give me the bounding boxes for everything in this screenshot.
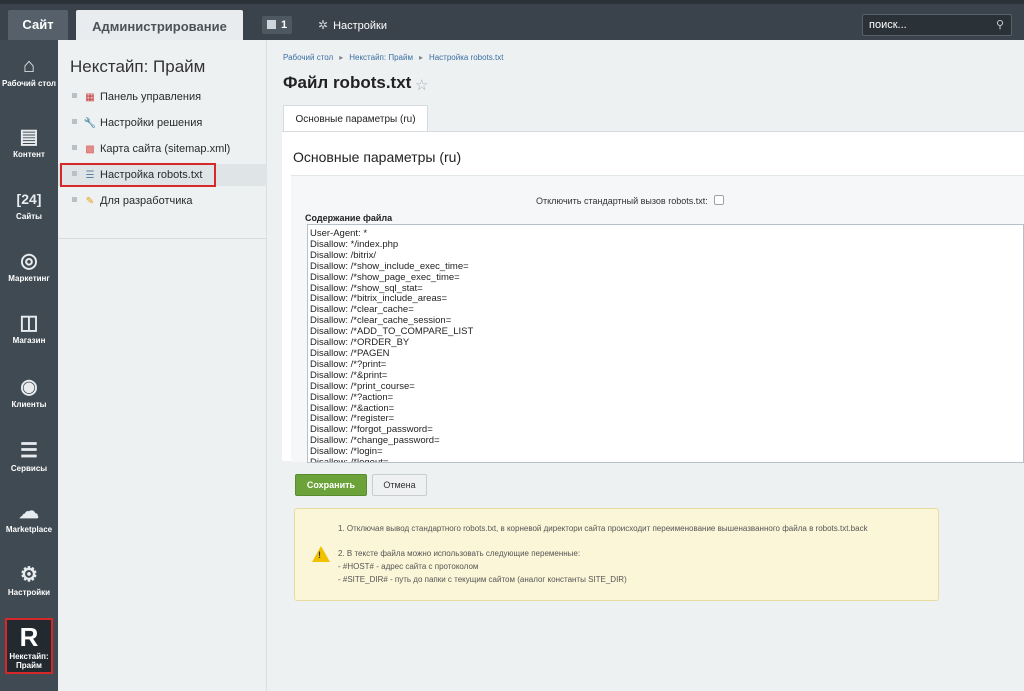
layers-icon: ☰: [20, 440, 38, 462]
breadcrumb: Рабочий стол ▸ Некстайп: Прайм ▸ Настройка r…: [283, 53, 504, 62]
notice-line: 2. В тексте файла можно использовать сле…: [338, 549, 581, 558]
menu-item-marketing[interactable]: ◎ Маркетинг: [0, 248, 58, 283]
sidebar-item-sitemap[interactable]: ▩ Карта сайта (sitemap.xml): [58, 138, 267, 160]
secondary-menu-title: Некстайп: Прайм: [70, 57, 206, 76]
main-menu: ⌂ Рабочий стол ▤ Контент [24] Сайты ◎ Маркет…: [0, 40, 58, 691]
secondary-menu: Некстайп: Прайм ▦ Панель управления 🔧 Наст…: [58, 40, 267, 691]
tab-main-parameters[interactable]: Основные параметры (ru): [283, 105, 428, 132]
sidebar-item-robots[interactable]: ☰ Настройка robots.txt: [58, 163, 267, 187]
disable-default-checkbox[interactable]: [713, 195, 724, 205]
search-icon[interactable]: ⚲: [996, 18, 1004, 31]
menu-item-clients[interactable]: ◉ Клиенты: [0, 374, 58, 409]
cloud-upload-icon: ☁: [19, 501, 39, 523]
file-content-textarea[interactable]: User-Agent: * Disallow: */index.php Disa…: [307, 224, 1024, 463]
sidebar-item-solution-settings[interactable]: 🔧 Настройки решения: [58, 112, 267, 134]
disable-default-row: Отключить стандартный вызов robots.txt:: [536, 195, 724, 206]
notice-box: 1. Отключая вывод стандартного robots.tx…: [294, 508, 939, 601]
notice-line: - #SITE_DIR# - путь до папки с текущим с…: [338, 575, 627, 584]
dashboard-icon: ▦: [85, 92, 95, 103]
notifications-count: 1: [281, 19, 288, 31]
target-icon: ◎: [20, 250, 38, 272]
save-button[interactable]: Сохранить: [295, 474, 367, 496]
search-box: ⚲: [862, 14, 1012, 36]
tab-site[interactable]: Сайт: [8, 10, 68, 40]
notifications-button[interactable]: 1: [262, 16, 293, 34]
wrench-icon: 🔧: [83, 118, 97, 129]
favorite-star-icon[interactable]: ☆: [415, 76, 428, 94]
menu-item-shop[interactable]: ◫ Магазин: [0, 310, 58, 345]
calendar-icon: [24]: [16, 191, 42, 207]
notice-line: 1. Отключая вывод стандартного robots.tx…: [338, 524, 868, 533]
sitemap-icon: ▩: [85, 144, 95, 155]
page-title: Файл robots.txt: [283, 73, 412, 92]
warning-mark: !: [318, 550, 321, 560]
file-content-label: Содержание файла: [305, 213, 393, 223]
content-area: Рабочий стол ▸ Некстайп: Прайм ▸ Настройка r…: [267, 40, 1024, 691]
menu-item-services[interactable]: ☰ Сервисы: [0, 438, 58, 473]
cancel-button[interactable]: Отмена: [372, 474, 427, 496]
clients-icon: ◉: [20, 376, 38, 398]
settings-label: Настройки: [333, 20, 387, 32]
gear-icon: ✲: [318, 18, 329, 32]
menu-item-nextype-prime[interactable]: R Некстайп: Прайм: [5, 618, 53, 674]
settings-panel: Основные параметры (ru) Отключить станда…: [282, 131, 1024, 463]
disable-default-label: Отключить стандартный вызов robots.txt:: [536, 196, 708, 206]
notification-icon: [267, 20, 276, 29]
tab-administration[interactable]: Администрирование: [76, 10, 243, 44]
menu-item-desktop[interactable]: ⌂ Рабочий стол: [0, 53, 58, 88]
menu-item-settings[interactable]: ⚙ Настройки: [0, 562, 58, 597]
warning-icon: [312, 546, 330, 562]
section-title: Основные параметры (ru): [293, 149, 462, 165]
menu-item-sites[interactable]: [24] Сайты: [0, 186, 58, 221]
breadcrumb-item[interactable]: Рабочий стол: [283, 53, 333, 62]
settings-link[interactable]: ✲ Настройки: [318, 16, 387, 35]
breadcrumb-item[interactable]: Некстайп: Прайм: [349, 53, 413, 62]
basket-icon: ◫: [19, 312, 39, 334]
top-bar: Сайт Администрирование 1 ✲ Настройки ⚲: [0, 0, 1024, 44]
gear-icon: ⚙: [20, 564, 38, 586]
menu-item-content[interactable]: ▤ Контент: [0, 124, 58, 159]
sidebar-item-developer[interactable]: ✎ Для разработчика: [58, 190, 267, 212]
notice-line: - #HOST# - адрес сайта с протоколом: [338, 562, 479, 571]
sidebar-item-dashboard[interactable]: ▦ Панель управления: [58, 86, 267, 108]
form-box: Отключить стандартный вызов robots.txt: …: [291, 175, 1024, 463]
search-input[interactable]: [863, 15, 983, 35]
home-icon: ⌂: [22, 55, 36, 77]
nextype-logo-icon: R: [19, 622, 39, 652]
developer-icon: ✎: [85, 196, 95, 207]
breadcrumb-item[interactable]: Настройка robots.txt: [429, 53, 504, 62]
document-icon: ▤: [19, 126, 39, 148]
menu-item-marketplace[interactable]: ☁ Marketplace: [0, 499, 58, 534]
